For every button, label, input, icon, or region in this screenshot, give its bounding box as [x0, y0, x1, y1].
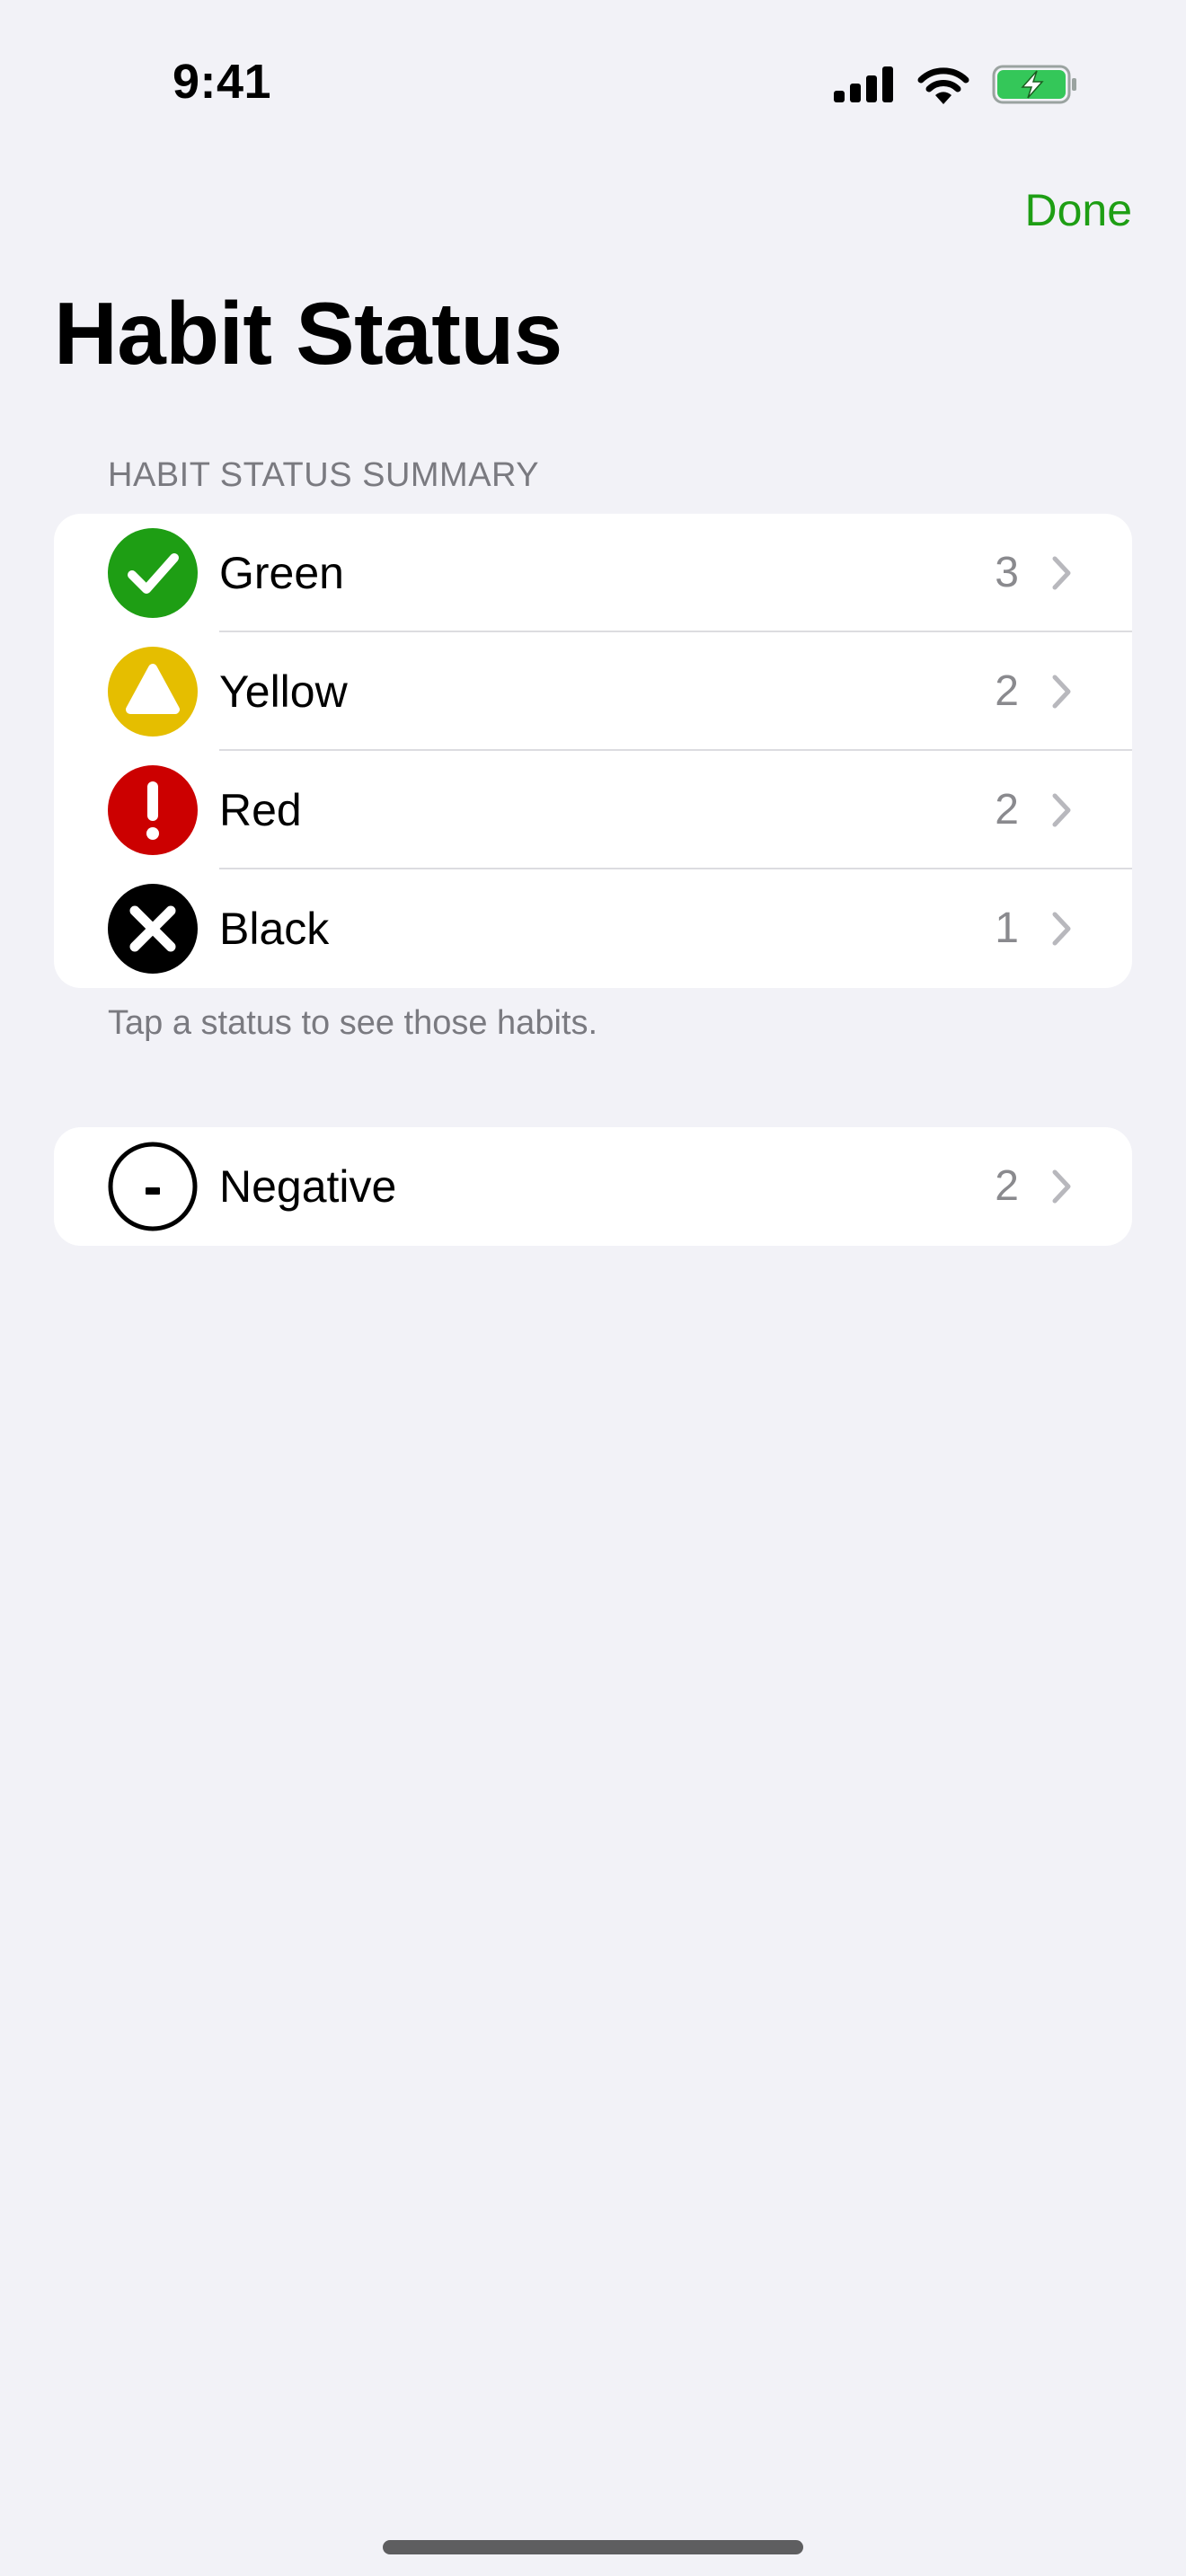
- status-time: 9:41: [173, 55, 272, 109]
- status-label: Yellow: [219, 666, 348, 717]
- status-row-green[interactable]: Green 3: [54, 514, 1132, 632]
- status-row-black[interactable]: Black 1: [54, 869, 1132, 988]
- status-count: 2: [995, 1162, 1019, 1210]
- status-label: Negative: [219, 1161, 397, 1212]
- status-row-negative[interactable]: Negative 2: [54, 1127, 1132, 1246]
- negative-card: Negative 2: [54, 1127, 1132, 1246]
- triangle-circle-icon: [108, 647, 198, 737]
- exclamation-circle-icon: [108, 765, 198, 855]
- status-label: Red: [219, 785, 302, 835]
- chevron-right-icon: [1051, 1169, 1073, 1204]
- wifi-icon: [916, 65, 970, 109]
- cellular-signal-icon: [834, 66, 895, 107]
- status-count: 2: [995, 667, 1019, 715]
- status-count: 1: [995, 904, 1019, 952]
- page-title: Habit Status: [54, 284, 562, 383]
- status-row-red[interactable]: Red 2: [54, 751, 1132, 869]
- xmark-circle-icon: [108, 884, 198, 974]
- status-row-yellow[interactable]: Yellow 2: [54, 632, 1132, 751]
- section-header-summary: HABIT STATUS SUMMARY: [108, 456, 540, 494]
- summary-card: Green 3 Yellow 2 Red 2 Black 1: [54, 514, 1132, 988]
- status-count: 2: [995, 786, 1019, 834]
- chevron-right-icon: [1051, 911, 1073, 947]
- checkmark-circle-icon: [108, 528, 198, 618]
- status-icons: [834, 65, 1078, 109]
- home-indicator: [383, 2540, 803, 2554]
- chevron-right-icon: [1051, 792, 1073, 828]
- status-label: Green: [219, 548, 344, 598]
- section-footer-summary: Tap a status to see those habits.: [108, 1004, 598, 1042]
- done-button[interactable]: Done: [1024, 184, 1132, 236]
- battery-charging-icon: [992, 65, 1078, 109]
- minus-circle-outline-icon: [108, 1142, 198, 1231]
- status-label: Black: [219, 904, 330, 954]
- chevron-right-icon: [1051, 555, 1073, 591]
- status-bar: 9:41: [0, 0, 1186, 171]
- status-count: 3: [995, 549, 1019, 596]
- chevron-right-icon: [1051, 674, 1073, 710]
